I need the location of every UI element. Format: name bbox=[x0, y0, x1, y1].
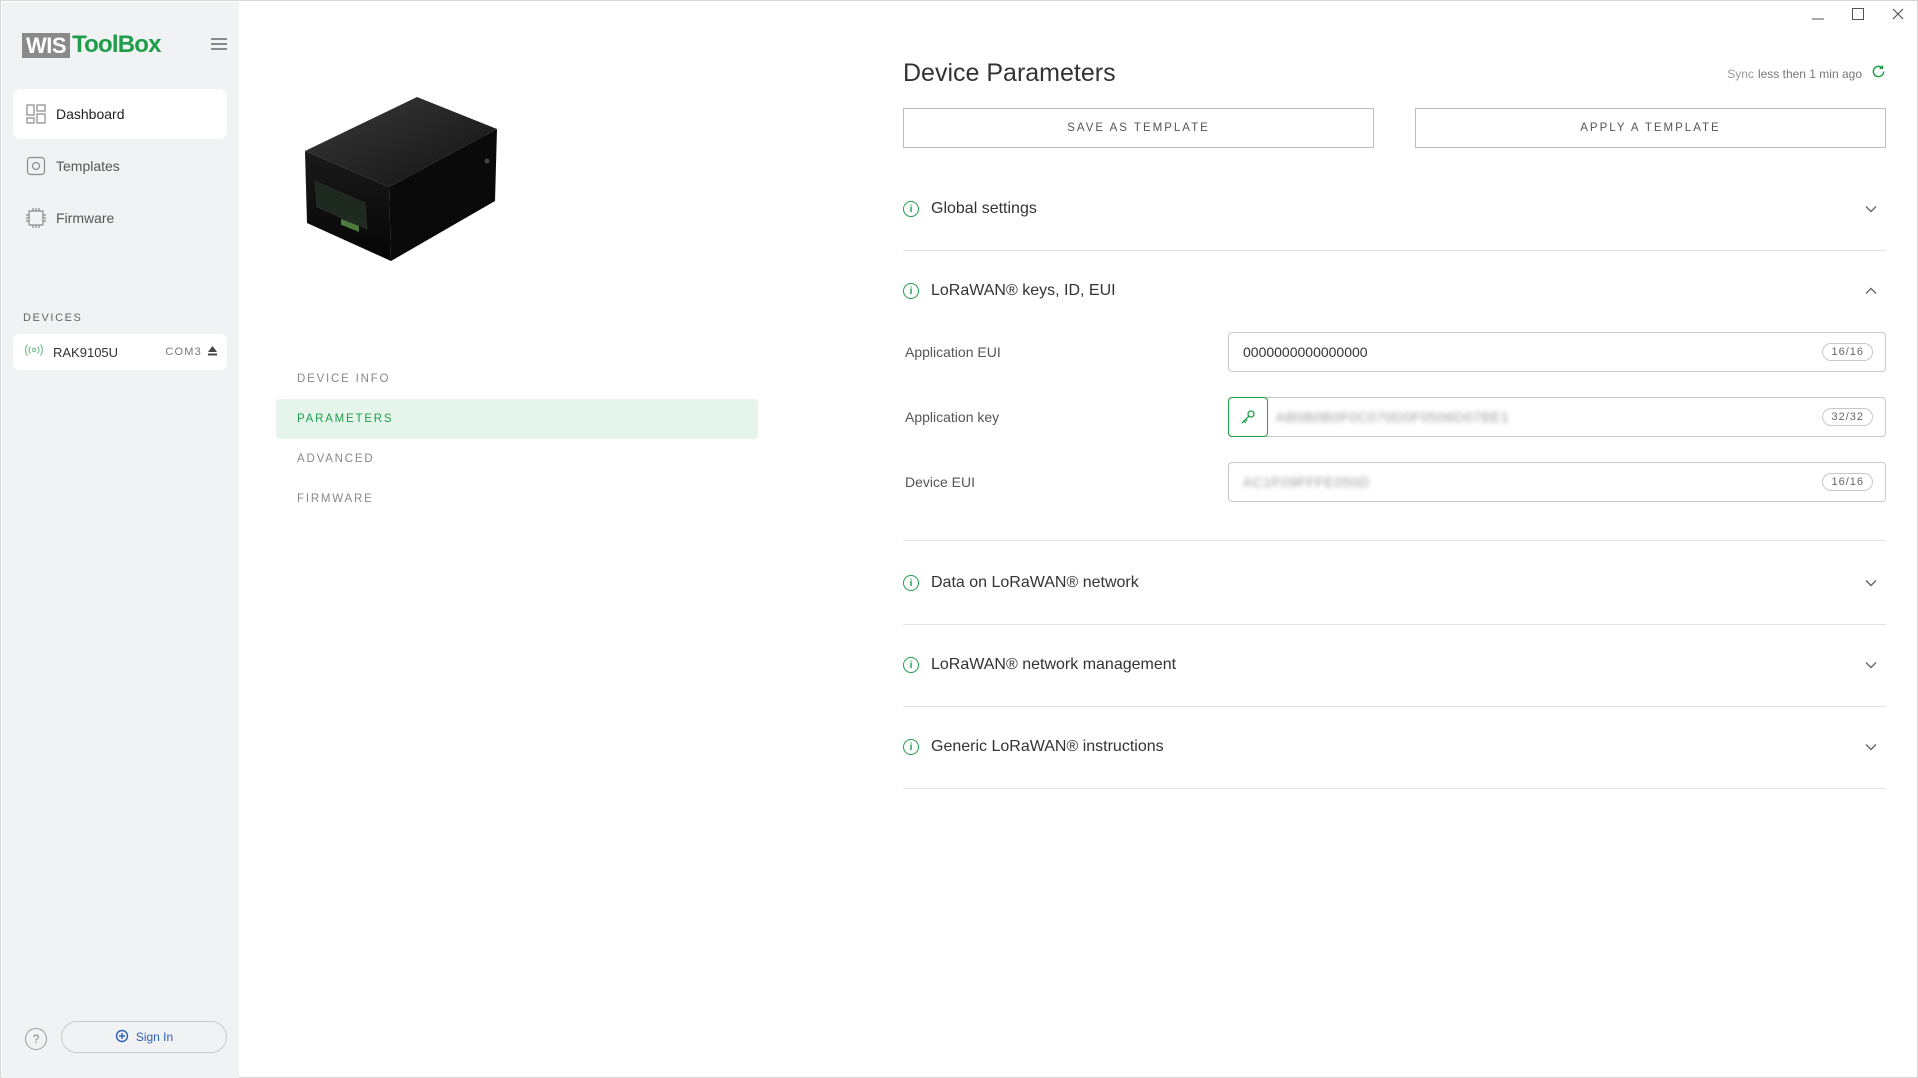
device-item-rak9105u[interactable]: RAK9105U COM3 bbox=[13, 334, 227, 370]
sidebar: WIS ToolBox Dashboard Templates Firmware… bbox=[2, 2, 239, 1078]
chevron-down-icon bbox=[1860, 205, 1882, 213]
section-generic-instructions: i Generic LoRaWAN® instructions bbox=[903, 706, 1886, 789]
section-title: Generic LoRaWAN® instructions bbox=[931, 738, 1164, 755]
chevron-down-icon bbox=[1860, 743, 1882, 751]
chevron-down-icon bbox=[1860, 579, 1882, 587]
devices-heading: DEVICES bbox=[23, 312, 83, 324]
dashboard-icon bbox=[25, 103, 47, 125]
wireless-signal-icon bbox=[25, 343, 45, 361]
logo-wis-text: WIS bbox=[22, 32, 71, 58]
device-product-image bbox=[297, 89, 507, 264]
section-data-on-lorawan: i Data on LoRaWAN® network bbox=[903, 542, 1886, 625]
char-counter: 16/16 bbox=[1822, 473, 1873, 491]
account-icon bbox=[115, 1029, 129, 1046]
section-lorawan-keys: i LoRaWAN® keys, ID, EUI Application EUI… bbox=[903, 250, 1886, 541]
field-value: AB0B0B0F0C070D0F0506D07BE1 bbox=[1276, 409, 1510, 425]
application-key-input[interactable]: AB0B0B0F0C070D0F0506D07BE1 32/32 bbox=[1228, 397, 1886, 437]
sign-in-button[interactable]: Sign In bbox=[61, 1021, 227, 1053]
templates-icon bbox=[25, 155, 47, 177]
section-title: Global settings bbox=[931, 200, 1037, 217]
field-label: Application key bbox=[905, 409, 1000, 425]
field-device-eui: Device EUI AC1F09FFFE050D 16/16 bbox=[903, 462, 1886, 502]
sidebar-nav: Dashboard Templates Firmware bbox=[13, 89, 227, 245]
info-icon: i bbox=[903, 201, 919, 217]
info-icon: i bbox=[903, 575, 919, 591]
sidebar-item-firmware[interactable]: Firmware bbox=[13, 193, 227, 243]
sync-prefix: Sync bbox=[1727, 66, 1754, 81]
menu-toggle-icon[interactable] bbox=[211, 38, 227, 50]
section-title: LoRaWAN® keys, ID, EUI bbox=[931, 282, 1116, 299]
maximize-icon[interactable] bbox=[1849, 5, 1867, 23]
info-icon: i bbox=[903, 283, 919, 299]
field-application-key: Application key AB0B0B0F0C070D0F0506D07B… bbox=[903, 397, 1886, 437]
device-eui-input[interactable]: AC1F09FFFE050D 16/16 bbox=[1228, 462, 1886, 502]
section-header[interactable]: i Global settings bbox=[903, 168, 1886, 250]
window-controls bbox=[1809, 5, 1907, 23]
firmware-chip-icon bbox=[25, 207, 47, 229]
save-as-template-button[interactable]: SAVE AS TEMPLATE bbox=[903, 108, 1374, 148]
device-port: COM3 bbox=[165, 346, 202, 358]
chevron-down-icon bbox=[1860, 661, 1882, 669]
info-icon: i bbox=[903, 657, 919, 673]
logo-toolbox-text: ToolBox bbox=[72, 31, 161, 58]
tab-firmware[interactable]: FIRMWARE bbox=[276, 479, 758, 519]
page-title: Device Parameters bbox=[903, 59, 1116, 87]
device-name: RAK9105U bbox=[53, 344, 119, 360]
eject-icon[interactable] bbox=[208, 345, 217, 359]
sidebar-item-label: Dashboard bbox=[56, 106, 125, 122]
sidebar-item-label: Firmware bbox=[56, 210, 115, 226]
field-label: Device EUI bbox=[905, 474, 976, 490]
sidebar-item-templates[interactable]: Templates bbox=[13, 141, 227, 191]
field-application-eui: Application EUI 0000000000000000 16/16 bbox=[903, 332, 1886, 372]
section-header[interactable]: i LoRaWAN® network management bbox=[903, 624, 1886, 706]
minimize-icon[interactable] bbox=[1809, 5, 1827, 23]
sidebar-item-dashboard[interactable]: Dashboard bbox=[13, 89, 227, 139]
section-header[interactable]: i Data on LoRaWAN® network bbox=[903, 542, 1886, 624]
char-counter: 32/32 bbox=[1822, 408, 1873, 426]
apply-template-button[interactable]: APPLY A TEMPLATE bbox=[1415, 108, 1886, 148]
sync-time: less then 1 min ago bbox=[1757, 66, 1862, 81]
help-button[interactable]: ? bbox=[25, 1028, 47, 1050]
field-value: 0000000000000000 bbox=[1243, 344, 1368, 360]
application-eui-input[interactable]: 0000000000000000 16/16 bbox=[1228, 332, 1886, 372]
section-title: LoRaWAN® network management bbox=[931, 656, 1177, 673]
tab-device-info[interactable]: DEVICE INFO bbox=[276, 359, 758, 399]
field-label: Application EUI bbox=[905, 344, 1001, 360]
chevron-up-icon bbox=[1860, 287, 1882, 295]
info-icon: i bbox=[903, 739, 919, 755]
key-icon[interactable] bbox=[1228, 397, 1268, 437]
sync-status: Sync less then 1 min ago bbox=[1727, 64, 1886, 83]
sidebar-item-label: Templates bbox=[56, 158, 120, 174]
refresh-icon[interactable] bbox=[1871, 64, 1886, 83]
app-window: WIS ToolBox Dashboard Templates Firmware… bbox=[0, 0, 1918, 1078]
section-header[interactable]: i LoRaWAN® keys, ID, EUI bbox=[903, 250, 1886, 332]
field-value: AC1F09FFFE050D bbox=[1243, 474, 1370, 490]
section-header[interactable]: i Generic LoRaWAN® instructions bbox=[903, 706, 1886, 788]
close-icon[interactable] bbox=[1889, 5, 1907, 23]
section-title: Data on LoRaWAN® network bbox=[931, 574, 1139, 591]
section-global-settings: i Global settings bbox=[903, 168, 1886, 251]
char-counter: 16/16 bbox=[1822, 343, 1873, 361]
tab-advanced[interactable]: ADVANCED bbox=[276, 439, 758, 479]
app-logo: WIS ToolBox bbox=[22, 32, 161, 58]
tab-parameters[interactable]: PARAMETERS bbox=[276, 399, 758, 439]
template-actions: SAVE AS TEMPLATE APPLY A TEMPLATE bbox=[903, 108, 1886, 148]
device-tabs: DEVICE INFO PARAMETERS ADVANCED FIRMWARE bbox=[276, 359, 758, 519]
section-network-management: i LoRaWAN® network management bbox=[903, 624, 1886, 707]
sign-in-label: Sign In bbox=[135, 1030, 174, 1044]
